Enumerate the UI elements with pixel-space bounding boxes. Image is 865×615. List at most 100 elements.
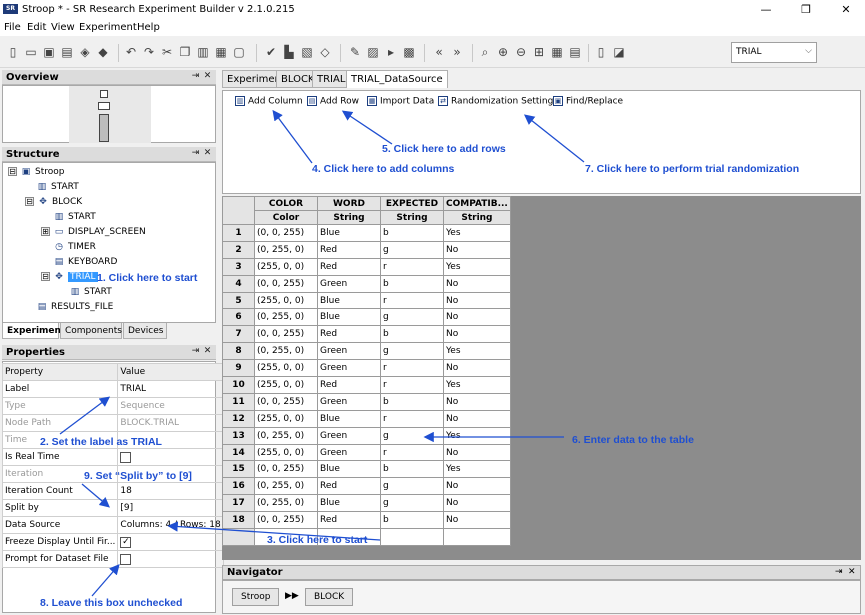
- deploy-icon[interactable]: ◆: [96, 45, 110, 59]
- table-cell[interactable]: No: [443, 359, 511, 378]
- table-cell[interactable]: Yes: [443, 460, 511, 479]
- tab-icon[interactable]: ▯: [594, 45, 608, 59]
- column-header[interactable]: COLOR: [254, 196, 318, 211]
- table-cell[interactable]: (255, 0, 0): [254, 409, 318, 428]
- table-cell[interactable]: Green: [317, 274, 381, 293]
- table-cell[interactable]: Red: [317, 240, 381, 259]
- table-cell[interactable]: g: [380, 477, 444, 496]
- table-cell[interactable]: r: [380, 376, 444, 394]
- table-cell[interactable]: Green: [317, 392, 381, 411]
- lock-icon[interactable]: ▢: [232, 45, 246, 59]
- trial-combo[interactable]: TRIAL ⌵: [731, 42, 817, 63]
- table-cell[interactable]: (0, 0, 255): [254, 511, 318, 530]
- table-cell[interactable]: (0, 0, 255): [254, 325, 318, 344]
- table-cell[interactable]: Green: [317, 342, 381, 361]
- table-cell[interactable]: No: [443, 409, 511, 428]
- paste-icon[interactable]: ▥: [196, 45, 210, 59]
- table-cell[interactable]: g: [380, 342, 444, 361]
- tree-item-display-screen[interactable]: ⊞ ▭ DISPLAY_SCREEN: [41, 227, 146, 241]
- table-cell[interactable]: [380, 528, 444, 546]
- randomization-setting-button[interactable]: ⇄ Randomization Setting: [438, 96, 553, 110]
- collapse-icon[interactable]: ⊟: [25, 197, 34, 206]
- redo-icon[interactable]: ↷: [142, 45, 156, 59]
- menu-file[interactable]: File: [4, 22, 21, 33]
- add-row-button[interactable]: ▤ Add Row: [307, 96, 359, 110]
- table-cell[interactable]: No: [443, 240, 511, 259]
- table-cell[interactable]: g: [380, 426, 444, 445]
- table-cell[interactable]: No: [443, 511, 511, 530]
- fit-icon[interactable]: ⊞: [532, 45, 546, 59]
- nav-crumb-stroop[interactable]: Stroop: [232, 588, 280, 606]
- table-cell[interactable]: (0, 0, 255): [254, 460, 318, 479]
- tab-trial-datasource[interactable]: TRIAL_DataSource: [346, 70, 448, 88]
- table-cell[interactable]: Red: [317, 325, 381, 344]
- table-cell[interactable]: b: [380, 224, 444, 242]
- zoom-icon[interactable]: ⌕: [478, 45, 492, 59]
- tree-item-start[interactable]: ▥ START: [53, 212, 96, 226]
- table-cell[interactable]: Green: [317, 426, 381, 445]
- column-header[interactable]: EXPECTED: [380, 196, 444, 211]
- table-cell[interactable]: b: [380, 325, 444, 344]
- table-cell[interactable]: b: [380, 460, 444, 479]
- preferences-icon[interactable]: ◇: [318, 45, 332, 59]
- table-icon[interactable]: ▤: [568, 45, 582, 59]
- split-by-field[interactable]: [9]: [117, 499, 224, 517]
- iteration-count-field[interactable]: 18: [117, 482, 224, 500]
- table-cell[interactable]: (255, 0, 0): [254, 291, 318, 310]
- zoom-in-icon[interactable]: ⊕: [496, 45, 510, 59]
- overview-viewport[interactable]: [69, 86, 151, 143]
- find-replace-button[interactable]: ▣ Find/Replace: [553, 96, 623, 110]
- menu-help[interactable]: Help: [137, 22, 160, 33]
- table-cell[interactable]: Yes: [443, 376, 511, 394]
- overview-panel[interactable]: [2, 85, 216, 143]
- table-cell[interactable]: Green: [317, 359, 381, 378]
- minimize-panel-icon[interactable]: ⇥: [190, 148, 201, 159]
- tree-item-start[interactable]: ▥ START: [36, 182, 79, 196]
- table-cell[interactable]: Blue: [317, 291, 381, 310]
- tree-item-start[interactable]: ▥ START: [69, 287, 112, 301]
- table-cell[interactable]: [443, 528, 511, 546]
- import-icon[interactable]: ✎: [348, 45, 362, 59]
- table-cell[interactable]: Blue: [317, 224, 381, 242]
- table-cell[interactable]: (0, 255, 0): [254, 240, 318, 259]
- new-icon[interactable]: ▯: [6, 45, 20, 59]
- freeze-display-checkbox[interactable]: ✓: [120, 536, 132, 548]
- is-real-time-checkbox[interactable]: [120, 451, 132, 463]
- minimize-panel-icon[interactable]: ⇥: [190, 71, 201, 82]
- table-cell[interactable]: Red: [317, 376, 381, 394]
- table-cell[interactable]: r: [380, 359, 444, 378]
- table-cell[interactable]: (0, 255, 0): [254, 477, 318, 496]
- copy-icon[interactable]: ❐: [178, 45, 192, 59]
- collapse-icon[interactable]: ⊟: [41, 272, 50, 281]
- build-icon[interactable]: ▙: [282, 45, 296, 59]
- collapse-icon[interactable]: ⊟: [8, 167, 17, 176]
- run-icon[interactable]: ▩: [402, 45, 416, 59]
- forward-icon[interactable]: »: [450, 45, 464, 59]
- table-cell[interactable]: Yes: [443, 342, 511, 361]
- package-icon[interactable]: ◈: [78, 45, 92, 59]
- tab-trial[interactable]: TRIAL: [312, 70, 351, 88]
- maximize-button[interactable]: ❐: [792, 2, 820, 18]
- grid-icon[interactable]: ▦: [550, 45, 564, 59]
- data-source-field[interactable]: Columns: 4 / Rows: 18: [117, 516, 224, 534]
- table-cell[interactable]: g: [380, 308, 444, 327]
- table-cell[interactable]: Blue: [317, 460, 381, 479]
- menu-edit[interactable]: Edit: [27, 22, 46, 33]
- close-button[interactable]: ✕: [832, 2, 860, 18]
- tree-item-keyboard[interactable]: ▤ KEYBOARD: [53, 257, 118, 271]
- table-cell[interactable]: No: [443, 291, 511, 310]
- table-cell[interactable]: Red: [317, 257, 381, 276]
- table-cell[interactable]: r: [380, 257, 444, 276]
- check-icon[interactable]: ✔: [264, 45, 278, 59]
- table-cell[interactable]: No: [443, 274, 511, 293]
- close-panel-icon[interactable]: ✕: [202, 148, 213, 159]
- column-header[interactable]: WORD: [317, 196, 381, 211]
- table-cell[interactable]: b: [380, 392, 444, 411]
- table-cell[interactable]: Yes: [443, 426, 511, 445]
- tree-item-results-file[interactable]: ▤ RESULTS_FILE: [36, 302, 114, 316]
- table-cell[interactable]: r: [380, 443, 444, 462]
- table-cell[interactable]: No: [443, 325, 511, 344]
- table-cell[interactable]: Blue: [317, 409, 381, 428]
- back-icon[interactable]: «: [432, 45, 446, 59]
- validate-icon[interactable]: ▧: [300, 45, 314, 59]
